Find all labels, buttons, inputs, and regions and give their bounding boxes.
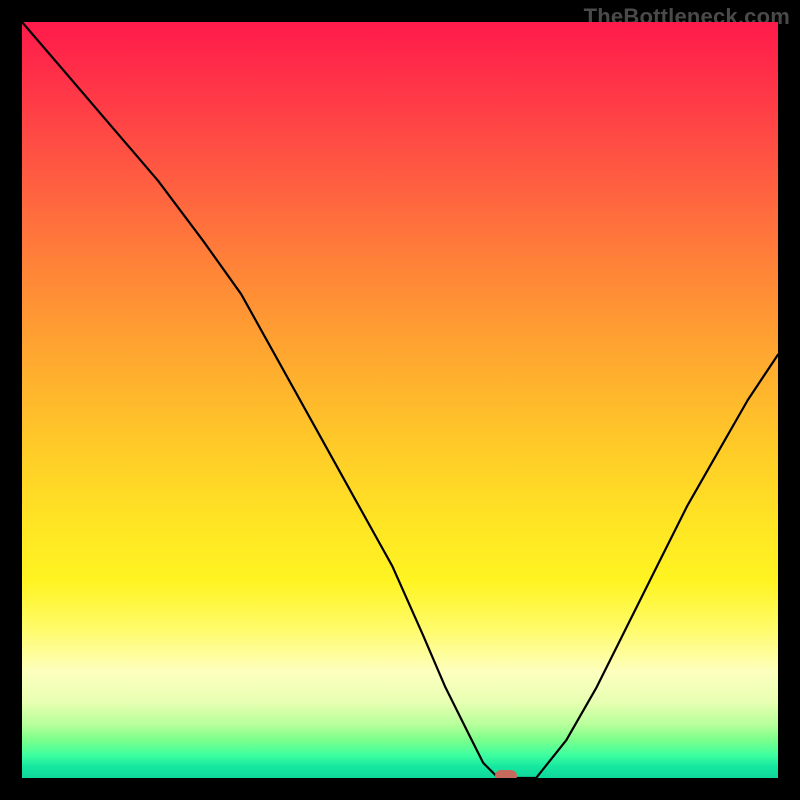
plot-area [22, 22, 778, 778]
bottleneck-curve [22, 22, 778, 778]
optimum-marker [495, 770, 517, 778]
chart-frame: TheBottleneck.com [0, 0, 800, 800]
